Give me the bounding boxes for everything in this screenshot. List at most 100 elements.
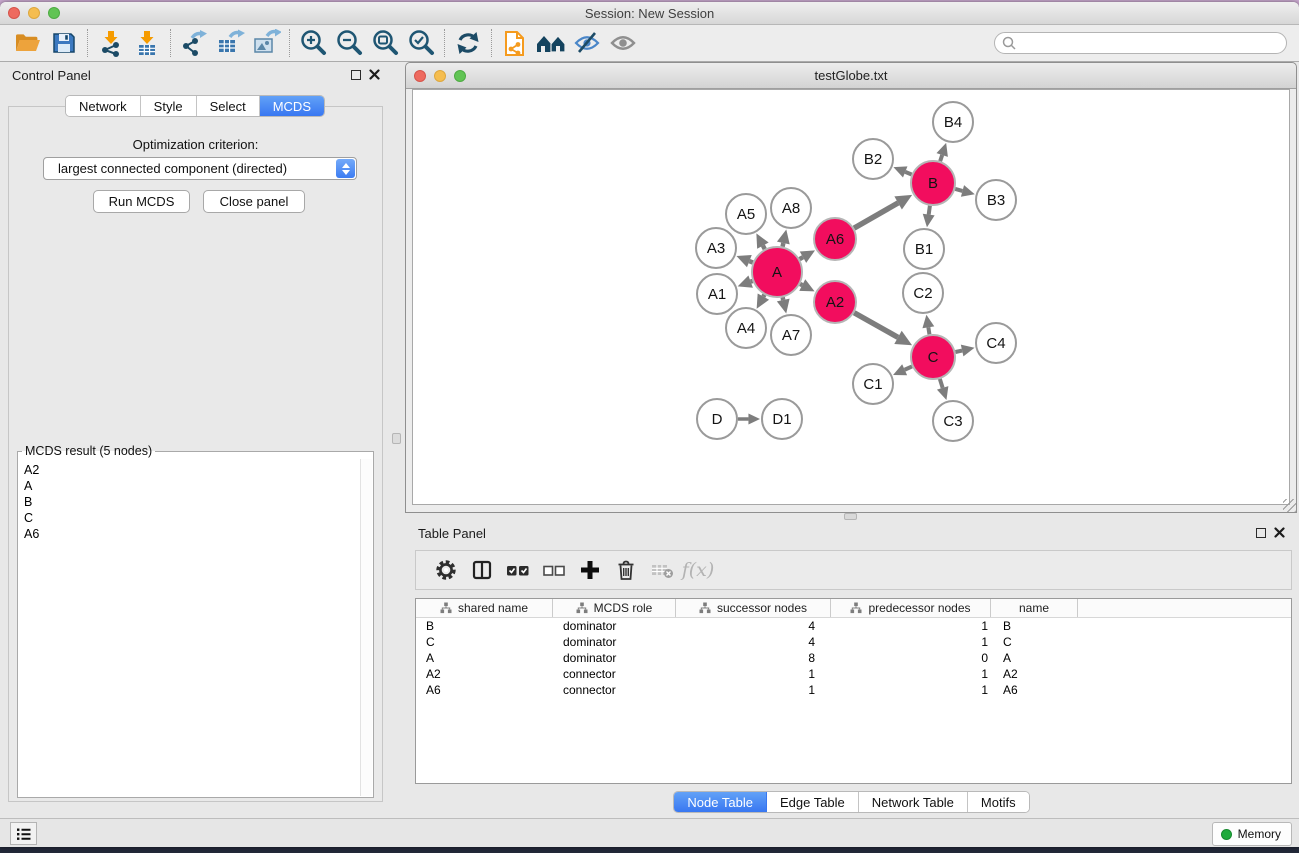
add-icon[interactable] — [572, 553, 608, 587]
export-image-icon[interactable] — [248, 27, 284, 59]
show-eye-icon[interactable] — [605, 27, 641, 59]
function-icon[interactable]: f(x) — [680, 553, 716, 587]
network-graph[interactable]: B4B2BB3A8A5A6A3B1AA1C2A2A4A7C4CC1C3DD1 — [413, 90, 1292, 506]
tab-network[interactable]: Network — [66, 96, 141, 116]
tab-select[interactable]: Select — [197, 96, 260, 116]
maximize-window-button[interactable] — [48, 7, 60, 19]
network-file-icon[interactable] — [497, 27, 533, 59]
edge-A-A2[interactable] — [799, 279, 814, 291]
column-header-mcds-role[interactable]: MCDS role — [553, 599, 676, 617]
mcds-result-list[interactable]: A2ABCA6 — [20, 460, 359, 795]
zoom-out-icon[interactable] — [331, 27, 367, 59]
window-resize-grip[interactable] — [1283, 499, 1296, 512]
edge-B-B1[interactable] — [923, 206, 935, 227]
node-A[interactable]: A — [752, 247, 802, 297]
table-row[interactable]: Cdominator41C — [416, 634, 1291, 650]
float-panel-icon[interactable] — [351, 70, 361, 80]
task-history-button[interactable] — [10, 822, 37, 845]
network-minimize-button[interactable] — [434, 70, 446, 82]
result-scrollbar[interactable] — [360, 459, 372, 796]
run-mcds-button[interactable]: Run MCDS — [93, 190, 190, 213]
result-item[interactable]: A2 — [24, 462, 359, 478]
edge-A2-C[interactable] — [854, 313, 912, 345]
edge-A-A1[interactable] — [738, 276, 753, 288]
edge-D-D1[interactable] — [738, 414, 760, 425]
hide-eye-icon[interactable] — [569, 27, 605, 59]
network-window-titlebar[interactable]: testGlobe.txt — [406, 63, 1296, 89]
trash-icon[interactable] — [608, 553, 644, 587]
tab-motifs[interactable]: Motifs — [968, 792, 1029, 812]
search-input[interactable] — [994, 32, 1287, 54]
close-panel-icon[interactable] — [369, 69, 380, 80]
result-item[interactable]: C — [24, 510, 359, 526]
import-network-icon[interactable] — [93, 27, 129, 59]
import-table-icon[interactable] — [129, 27, 165, 59]
close-window-button[interactable] — [8, 7, 20, 19]
edge-C-C1[interactable] — [893, 364, 912, 375]
tab-style[interactable]: Style — [141, 96, 197, 116]
select-all-checkbox-icon[interactable] — [500, 553, 536, 587]
node-B4[interactable]: B4 — [933, 102, 973, 142]
tab-node-table[interactable]: Node Table — [674, 792, 767, 812]
node-C1[interactable]: C1 — [853, 364, 893, 404]
float-table-panel-icon[interactable] — [1256, 528, 1266, 538]
table-row[interactable]: Bdominator41B — [416, 618, 1291, 634]
column-header-predecessor-nodes[interactable]: predecessor nodes — [831, 599, 991, 617]
zoom-fit-icon[interactable] — [367, 27, 403, 59]
split-divider[interactable] — [390, 62, 404, 818]
network-maximize-button[interactable] — [454, 70, 466, 82]
edge-A-A6[interactable] — [800, 250, 815, 263]
optimization-dropdown[interactable]: largest connected component (directed) — [43, 157, 357, 180]
open-file-icon[interactable] — [10, 27, 46, 59]
home-network-icon[interactable] — [533, 27, 569, 59]
table-row[interactable]: A6connector11A6 — [416, 682, 1291, 698]
node-C[interactable]: C — [911, 335, 955, 379]
edge-C-C2[interactable] — [922, 315, 934, 335]
edge-B-B2[interactable] — [893, 166, 911, 177]
horizontal-split-handle[interactable] — [844, 513, 857, 520]
result-item[interactable]: A — [24, 478, 359, 494]
split-divider-handle[interactable] — [392, 433, 401, 444]
node-A7[interactable]: A7 — [771, 315, 811, 355]
deselect-all-checkbox-icon[interactable] — [536, 553, 572, 587]
node-A5[interactable]: A5 — [726, 194, 766, 234]
save-session-icon[interactable] — [46, 27, 82, 59]
node-D1[interactable]: D1 — [762, 399, 802, 439]
edge-C-C4[interactable] — [955, 345, 974, 357]
delete-table-icon[interactable] — [644, 553, 680, 587]
node-B[interactable]: B — [911, 161, 955, 205]
node-C2[interactable]: C2 — [903, 273, 943, 313]
result-item[interactable]: A6 — [24, 526, 359, 542]
node-B1[interactable]: B1 — [904, 229, 944, 269]
close-table-panel-icon[interactable] — [1274, 527, 1285, 538]
zoom-in-icon[interactable] — [295, 27, 331, 59]
node-A1[interactable]: A1 — [697, 274, 737, 314]
edge-A-A5[interactable] — [756, 233, 768, 249]
edge-A-A3[interactable] — [736, 255, 752, 267]
edge-B-B4[interactable] — [936, 143, 947, 161]
zoom-selected-icon[interactable] — [403, 27, 439, 59]
memory-button[interactable]: Memory — [1212, 822, 1292, 846]
column-header-successor-nodes[interactable]: successor nodes — [676, 599, 831, 617]
node-D[interactable]: D — [697, 399, 737, 439]
tab-edge-table[interactable]: Edge Table — [767, 792, 859, 812]
edge-A6-B[interactable] — [854, 195, 912, 228]
node-A6[interactable]: A6 — [814, 218, 856, 260]
gear-icon[interactable] — [428, 553, 464, 587]
node-A2[interactable]: A2 — [814, 281, 856, 323]
node-C4[interactable]: C4 — [976, 323, 1016, 363]
close-panel-button[interactable]: Close panel — [203, 190, 305, 213]
horizontal-split-divider[interactable] — [404, 513, 1299, 520]
edge-A-A7[interactable] — [777, 297, 790, 313]
refresh-icon[interactable] — [450, 27, 486, 59]
export-table-icon[interactable] — [212, 27, 248, 59]
tab-mcds[interactable]: MCDS — [260, 96, 324, 116]
tab-network-table[interactable]: Network Table — [859, 792, 968, 812]
node-A8[interactable]: A8 — [771, 188, 811, 228]
node-A4[interactable]: A4 — [726, 308, 766, 348]
column-header-name[interactable]: name — [991, 599, 1078, 617]
network-close-button[interactable] — [414, 70, 426, 82]
edge-A-A8[interactable] — [777, 229, 790, 246]
column-header-shared-name[interactable]: shared name — [416, 599, 553, 617]
node-B2[interactable]: B2 — [853, 139, 893, 179]
